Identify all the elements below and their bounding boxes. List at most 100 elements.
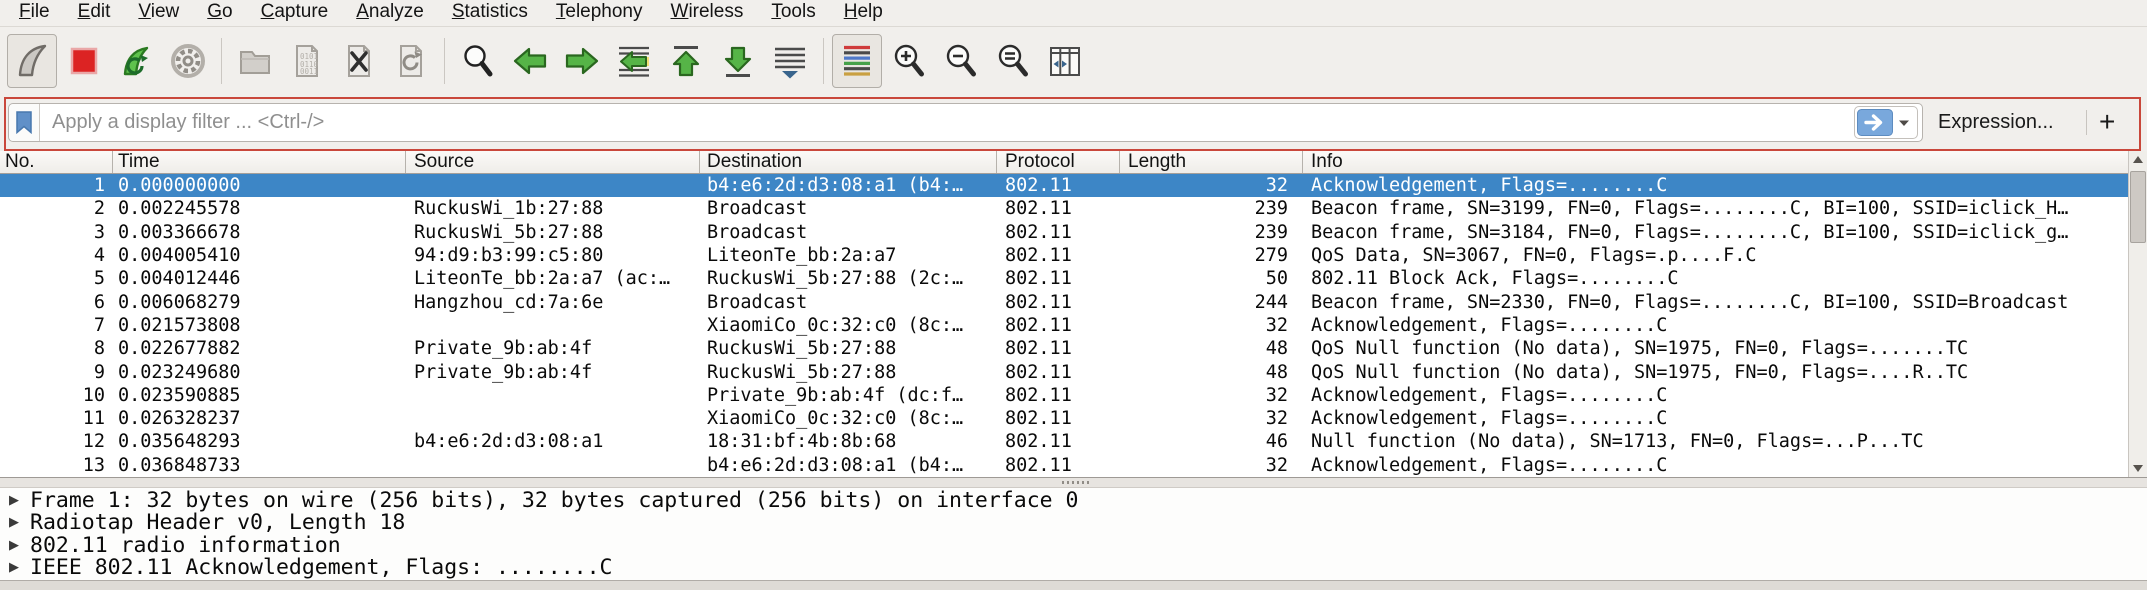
menu-view[interactable]: View — [124, 0, 193, 26]
column-header-protocol[interactable]: Protocol — [997, 151, 1120, 173]
add-filter-button[interactable]: + — [2092, 101, 2122, 142]
zoom-normal-button[interactable] — [988, 34, 1038, 88]
filter-toolbar: Expression... + — [0, 94, 2147, 151]
cell-length: 239 — [1120, 197, 1303, 220]
cell-no: 13 — [0, 454, 113, 477]
resize-columns-button[interactable] — [1040, 34, 1090, 88]
arrow-right-icon — [562, 41, 602, 81]
cell-destination: XiaomiCo_0c:32:c0 (8c:… — [700, 314, 997, 337]
packet-row-5[interactable]: 50.004012446LiteonTe_bb:2a:a7 (ac:…Rucku… — [0, 267, 2147, 290]
cell-time: 0.004012446 — [113, 267, 406, 290]
packet-row-1[interactable]: 10.000000000b4:e6:2d:d3:08:a1 (b4:…802.1… — [0, 174, 2147, 197]
next-packet-button[interactable] — [557, 34, 607, 88]
menu-file[interactable]: File — [5, 0, 64, 26]
expand-triangle-icon[interactable]: ▶ — [0, 538, 30, 553]
packet-row-3[interactable]: 30.003366678RuckusWi_5b:27:88Broadcast80… — [0, 221, 2147, 244]
cell-time: 0.000000000 — [113, 174, 406, 197]
go-to-packet-button[interactable] — [609, 34, 659, 88]
packet-row-12[interactable]: 120.035648293b4:e6:2d:d3:08:a118:31:bf:4… — [0, 430, 2147, 453]
packet-row-13[interactable]: 130.036848733b4:e6:2d:d3:08:a1 (b4:…802.… — [0, 454, 2147, 477]
menu-go[interactable]: Go — [193, 0, 246, 26]
auto-scroll-button[interactable] — [765, 34, 815, 88]
cell-info: Beacon frame, SN=3199, FN=0, Flags=.....… — [1303, 197, 2147, 220]
filter-dropdown-caret[interactable] — [1893, 119, 1915, 127]
packet-row-2[interactable]: 20.002245578RuckusWi_1b:27:88Broadcast80… — [0, 197, 2147, 220]
menu-edit[interactable]: Edit — [64, 0, 125, 26]
detail-row[interactable]: ▶802.11 radio information — [0, 534, 2147, 557]
display-filter-bar[interactable] — [8, 103, 1923, 142]
apply-filter-button[interactable] — [1857, 109, 1893, 136]
last-packet-button[interactable] — [713, 34, 763, 88]
first-packet-button[interactable] — [661, 34, 711, 88]
expression-button[interactable]: Expression... — [1938, 103, 2054, 142]
magnifier-icon — [458, 41, 498, 81]
display-filter-input[interactable] — [50, 110, 1854, 135]
packet-list-scrollbar[interactable] — [2128, 151, 2147, 477]
menu-bar: FileEditViewGoCaptureAnalyzeStatisticsTe… — [0, 0, 2147, 27]
shark-fin-icon — [12, 41, 52, 81]
detail-text: Radiotap Header v0, Length 18 — [30, 510, 405, 535]
menu-tools[interactable]: Tools — [757, 0, 829, 26]
cell-no: 10 — [0, 384, 113, 407]
column-header-time[interactable]: Time — [113, 151, 406, 173]
cell-protocol: 802.11 — [997, 290, 1120, 313]
menu-wireless[interactable]: Wireless — [657, 0, 758, 26]
scroll-up-button[interactable] — [2129, 151, 2147, 168]
restart-fin-icon — [116, 41, 156, 81]
cell-source — [406, 384, 700, 407]
previous-packet-button[interactable] — [505, 34, 555, 88]
detail-row[interactable]: ▶IEEE 802.11 Acknowledgement, Flags: ...… — [0, 557, 2147, 580]
cell-length: 244 — [1120, 290, 1303, 313]
gear-icon — [168, 41, 208, 81]
menu-capture[interactable]: Capture — [247, 0, 343, 26]
cell-destination: Broadcast — [700, 290, 997, 313]
find-packet-button[interactable] — [453, 34, 503, 88]
colorize-button[interactable] — [832, 34, 882, 88]
zoom-in-button[interactable] — [884, 34, 934, 88]
packet-row-11[interactable]: 110.026328237XiaomiCo_0c:32:c0 (8c:…802.… — [0, 407, 2147, 430]
menu-statistics[interactable]: Statistics — [438, 0, 542, 26]
packet-row-7[interactable]: 70.021573808XiaomiCo_0c:32:c0 (8c:…802.1… — [0, 314, 2147, 337]
cell-destination: XiaomiCo_0c:32:c0 (8c:… — [700, 407, 997, 430]
packet-row-10[interactable]: 100.023590885Private_9b:ab:4f (dc:f…802.… — [0, 384, 2147, 407]
zoom-in-icon — [889, 41, 929, 81]
cell-source — [406, 407, 700, 430]
menu-analyze[interactable]: Analyze — [342, 0, 438, 26]
detail-row[interactable]: ▶Radiotap Header v0, Length 18 — [0, 512, 2147, 535]
detail-text: IEEE 802.11 Acknowledgement, Flags: ....… — [30, 555, 612, 580]
restart-capture-button[interactable] — [111, 34, 161, 88]
detail-row[interactable]: ▶Frame 1: 32 bytes on wire (256 bits), 3… — [0, 489, 2147, 512]
stop-capture-button[interactable] — [59, 34, 109, 88]
capture-options-button[interactable] — [163, 34, 213, 88]
packet-row-8[interactable]: 80.022677882Private_9b:ab:4fRuckusWi_5b:… — [0, 337, 2147, 360]
column-header-no[interactable]: No. — [0, 151, 113, 173]
expand-triangle-icon[interactable]: ▶ — [0, 560, 30, 575]
packet-row-9[interactable]: 90.023249680Private_9b:ab:4fRuckusWi_5b:… — [0, 360, 2147, 383]
scrollbar-thumb[interactable] — [2130, 171, 2146, 243]
cell-info: QoS Null function (No data), SN=1975, FN… — [1303, 337, 2147, 360]
column-header-length[interactable]: Length — [1120, 151, 1303, 173]
expand-triangle-icon[interactable]: ▶ — [0, 493, 30, 508]
scroll-down-button[interactable] — [2129, 460, 2147, 477]
cell-length: 32 — [1120, 174, 1303, 197]
packet-row-6[interactable]: 60.006068279Hangzhou_cd:7a:6eBroadcast80… — [0, 290, 2147, 313]
cell-protocol: 802.11 — [997, 407, 1120, 430]
packet-row-4[interactable]: 40.00400541094:d9:b3:99:c5:80LiteonTe_bb… — [0, 244, 2147, 267]
menu-telephony[interactable]: Telephony — [542, 0, 657, 26]
close-file-icon — [339, 41, 379, 81]
column-header-source[interactable]: Source — [406, 151, 700, 173]
expand-triangle-icon[interactable]: ▶ — [0, 515, 30, 530]
menu-help[interactable]: Help — [830, 0, 897, 26]
scrollbar-track[interactable] — [2129, 168, 2147, 460]
cell-no: 4 — [0, 244, 113, 267]
column-header-destination[interactable]: Destination — [700, 151, 997, 173]
zoom-out-button[interactable] — [936, 34, 986, 88]
cell-destination: Broadcast — [700, 221, 997, 244]
resize-columns-icon — [1045, 41, 1085, 81]
pane-splitter[interactable] — [0, 477, 2147, 488]
zoom-normal-icon — [993, 41, 1033, 81]
colorize-icon — [837, 41, 877, 81]
filter-bookmark-button[interactable] — [9, 104, 40, 141]
column-header-info[interactable]: Info — [1303, 151, 2147, 173]
cell-protocol: 802.11 — [997, 197, 1120, 220]
